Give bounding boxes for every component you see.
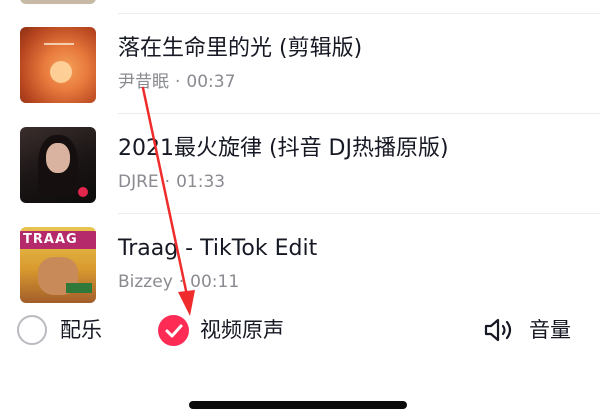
traag-album-cover: TRAAG [20,227,96,303]
separator-dot: · [178,272,185,292]
song-meta: Bizzey · 00:11 [118,270,239,294]
original-sound-label[interactable]: 视频原声 [200,316,284,344]
home-indicator[interactable] [189,401,407,409]
music-label[interactable]: 配乐 [60,316,102,344]
album-cover [20,0,96,4]
song-duration: 00:37 [186,72,236,92]
volume-icon[interactable] [482,316,516,344]
song-title: Traag - TikTok Edit [118,236,318,261]
song-meta: 尹昔眠 · 00:37 [118,70,235,94]
portrait-album-cover [20,127,96,203]
cover-text: TRAAG [20,231,96,249]
song-duration: 01:33 [176,172,226,192]
song-meta: DJRE · 01:33 [118,170,225,194]
music-radio-button[interactable] [17,315,47,345]
song-title: 2021最火旋律 (抖音 DJ热播原版) [118,136,449,161]
separator-dot: · [164,172,171,192]
separator-dot: · [175,72,181,92]
cropped-song-row[interactable] [0,0,600,14]
original-sound-radio-button[interactable] [158,315,189,346]
music-picker-screen: 落在生命里的光 (剪辑版) 尹昔眠 · 00:37 2021最火旋律 (抖音 DJ热… [0,0,600,420]
sunset-album-cover [20,27,96,103]
checkmark-icon [165,324,183,338]
song-artist: 尹昔眠 [118,72,169,92]
volume-label[interactable]: 音量 [529,316,571,344]
song-artist: Bizzey [118,272,173,292]
song-row[interactable]: 2021最火旋律 (抖音 DJ热播原版) DJRE · 01:33 [0,114,600,214]
song-list: 落在生命里的光 (剪辑版) 尹昔眠 · 00:37 2021最火旋律 (抖音 DJ热… [0,14,600,314]
song-row[interactable]: 落在生命里的光 (剪辑版) 尹昔眠 · 00:37 [0,14,600,114]
song-duration: 00:11 [190,272,240,292]
audio-controls-bar: 配乐 视频原声 音量 [0,310,600,356]
song-title: 落在生命里的光 (剪辑版) [118,36,363,61]
song-artist: DJRE [118,172,159,192]
song-row[interactable]: TRAAG Traag - TikTok Edit Bizzey · 00:11 [0,214,600,314]
